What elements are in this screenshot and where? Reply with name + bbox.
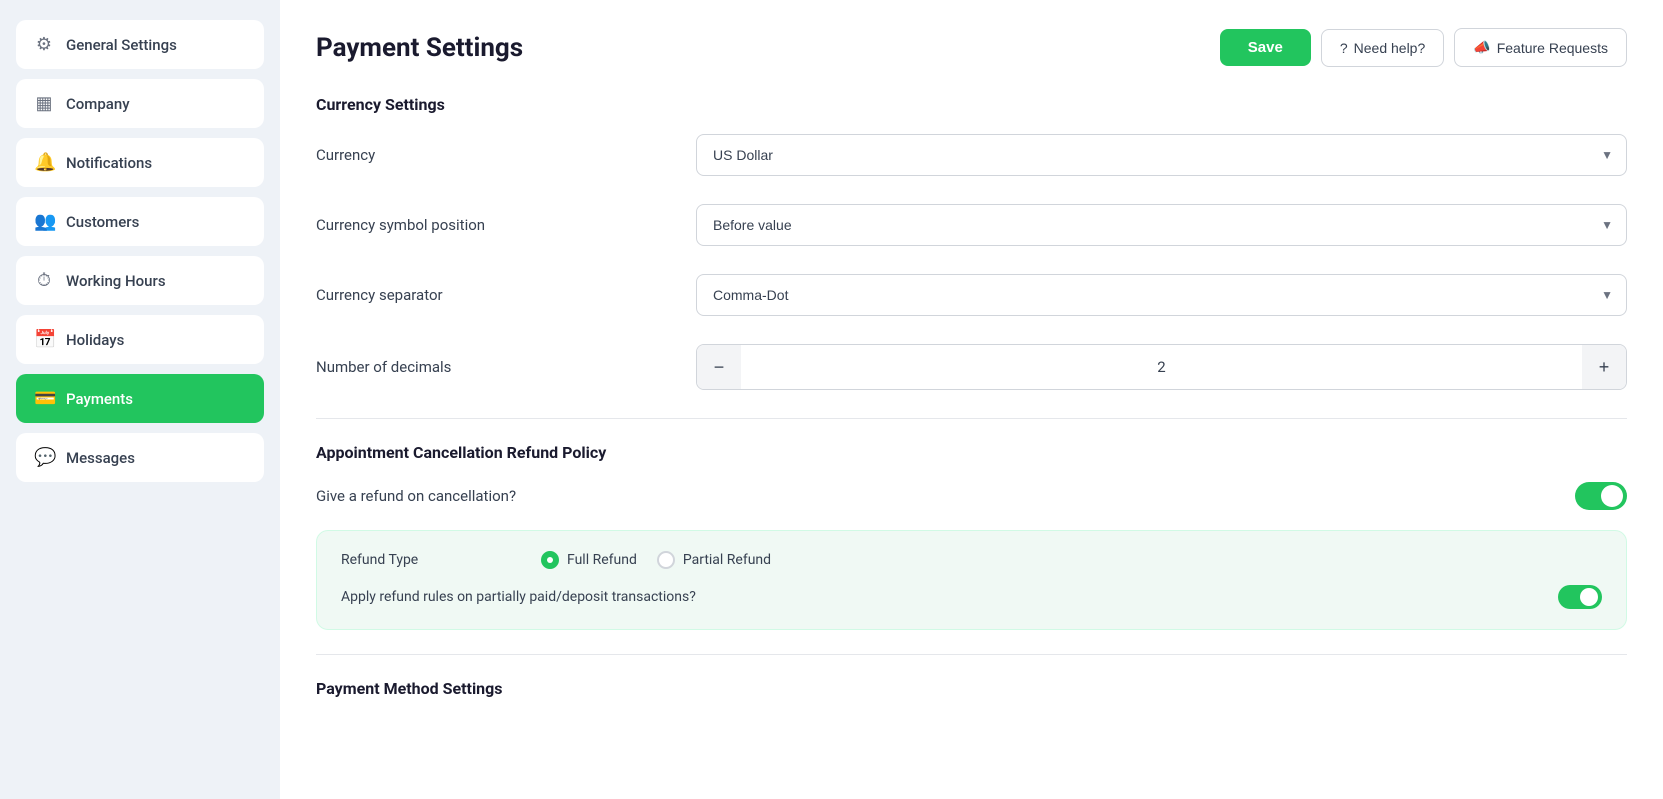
partial-refund-option[interactable]: Partial Refund xyxy=(657,551,771,569)
main-content: Payment Settings Save ? Need help? 📣 Fea… xyxy=(280,0,1663,799)
decimals-row: Number of decimals − 2 + xyxy=(316,344,1627,390)
payment-method-divider xyxy=(316,654,1627,655)
notifications-icon: 🔔 xyxy=(34,152,54,173)
sidebar-item-label-working-hours: Working Hours xyxy=(66,272,166,290)
full-refund-radio[interactable] xyxy=(541,551,559,569)
refund-type-row: Refund Type Full Refund Partial Refund xyxy=(341,551,1602,569)
general-settings-icon: ⚙ xyxy=(34,34,54,55)
section-divider xyxy=(316,418,1627,419)
currency-separator-control: Comma-Dot Dot-Comma ▼ xyxy=(696,274,1627,316)
payment-method-title: Payment Method Settings xyxy=(316,679,1627,698)
sidebar-item-company[interactable]: ▦ Company xyxy=(16,79,264,128)
sidebar-item-label-notifications: Notifications xyxy=(66,154,152,172)
sidebar-item-label-payments: Payments xyxy=(66,390,133,408)
currency-position-select-wrapper: Before value After value ▼ xyxy=(696,204,1627,246)
feature-label: Feature Requests xyxy=(1497,40,1608,56)
sidebar-item-notifications[interactable]: 🔔 Notifications xyxy=(16,138,264,187)
refund-toggle-label: Give a refund on cancellation? xyxy=(316,487,516,505)
currency-control: US Dollar Euro British Pound ▼ xyxy=(696,134,1627,176)
sidebar-item-customers[interactable]: 👥 Customers xyxy=(16,197,264,246)
decimals-value: 2 xyxy=(741,348,1582,386)
page-title: Payment Settings xyxy=(316,33,523,63)
refund-type-label: Refund Type xyxy=(341,552,541,568)
currency-position-control: Before value After value ▼ xyxy=(696,204,1627,246)
deposit-label: Apply refund rules on partially paid/dep… xyxy=(341,589,696,605)
decimals-label: Number of decimals xyxy=(316,358,696,376)
question-icon: ? xyxy=(1340,40,1348,56)
save-button[interactable]: Save xyxy=(1220,29,1311,66)
currency-row: Currency US Dollar Euro British Pound ▼ xyxy=(316,134,1627,176)
refund-type-box: Refund Type Full Refund Partial Refund A… xyxy=(316,530,1627,630)
help-label: Need help? xyxy=(1354,40,1426,56)
payments-icon: 💳 xyxy=(34,388,54,409)
partial-refund-label: Partial Refund xyxy=(683,552,771,568)
working-hours-icon: ⏱ xyxy=(34,270,54,291)
sidebar-item-label-customers: Customers xyxy=(66,213,139,231)
partial-refund-radio[interactable] xyxy=(657,551,675,569)
currency-separator-label: Currency separator xyxy=(316,286,696,304)
deposit-toggle[interactable] xyxy=(1558,585,1602,609)
currency-select[interactable]: US Dollar Euro British Pound xyxy=(696,134,1627,176)
feature-requests-button[interactable]: 📣 Feature Requests xyxy=(1454,28,1627,67)
deposit-toggle-slider xyxy=(1558,585,1602,609)
sidebar-item-payments[interactable]: 💳 Payments xyxy=(16,374,264,423)
megaphone-icon: 📣 xyxy=(1473,39,1490,56)
sidebar-item-messages[interactable]: 💬 Messages xyxy=(16,433,264,482)
currency-section-title: Currency Settings xyxy=(316,95,1627,114)
refund-toggle[interactable] xyxy=(1575,482,1627,510)
holidays-icon: 📅 xyxy=(34,329,54,350)
currency-separator-select-wrapper: Comma-Dot Dot-Comma ▼ xyxy=(696,274,1627,316)
currency-position-select[interactable]: Before value After value xyxy=(696,204,1627,246)
header-actions: Save ? Need help? 📣 Feature Requests xyxy=(1220,28,1627,67)
full-refund-label: Full Refund xyxy=(567,552,637,568)
currency-position-row: Currency symbol position Before value Af… xyxy=(316,204,1627,246)
currency-separator-row: Currency separator Comma-Dot Dot-Comma ▼ xyxy=(316,274,1627,316)
page-header: Payment Settings Save ? Need help? 📣 Fea… xyxy=(316,28,1627,67)
decimals-stepper: − 2 + xyxy=(696,344,1627,390)
sidebar-item-label-holidays: Holidays xyxy=(66,331,124,349)
company-icon: ▦ xyxy=(34,93,54,114)
refund-type-radio-group: Full Refund Partial Refund xyxy=(541,551,771,569)
increment-button[interactable]: + xyxy=(1582,345,1626,389)
sidebar-item-working-hours[interactable]: ⏱ Working Hours xyxy=(16,256,264,305)
currency-position-label: Currency symbol position xyxy=(316,216,696,234)
sidebar-item-label-company: Company xyxy=(66,95,130,113)
messages-icon: 💬 xyxy=(34,447,54,468)
currency-settings-section: Currency Settings Currency US Dollar Eur… xyxy=(316,95,1627,390)
sidebar-item-general-settings[interactable]: ⚙ General Settings xyxy=(16,20,264,69)
refund-policy-section: Appointment Cancellation Refund Policy G… xyxy=(316,443,1627,630)
refund-toggle-row: Give a refund on cancellation? xyxy=(316,482,1627,510)
sidebar-item-label-general-settings: General Settings xyxy=(66,36,177,54)
currency-separator-select[interactable]: Comma-Dot Dot-Comma xyxy=(696,274,1627,316)
help-button[interactable]: ? Need help? xyxy=(1321,29,1444,67)
decrement-button[interactable]: − xyxy=(697,345,741,389)
customers-icon: 👥 xyxy=(34,211,54,232)
sidebar-item-holidays[interactable]: 📅 Holidays xyxy=(16,315,264,364)
currency-select-wrapper: US Dollar Euro British Pound ▼ xyxy=(696,134,1627,176)
currency-label: Currency xyxy=(316,146,696,164)
refund-section-title: Appointment Cancellation Refund Policy xyxy=(316,443,1627,462)
decimals-control: − 2 + xyxy=(696,344,1627,390)
sidebar-item-label-messages: Messages xyxy=(66,449,135,467)
deposit-row: Apply refund rules on partially paid/dep… xyxy=(341,585,1602,609)
refund-toggle-slider xyxy=(1575,482,1627,510)
payment-method-section: Payment Method Settings xyxy=(316,679,1627,698)
full-refund-option[interactable]: Full Refund xyxy=(541,551,637,569)
sidebar: ⚙ General Settings ▦ Company 🔔 Notifications 👥… xyxy=(0,0,280,799)
